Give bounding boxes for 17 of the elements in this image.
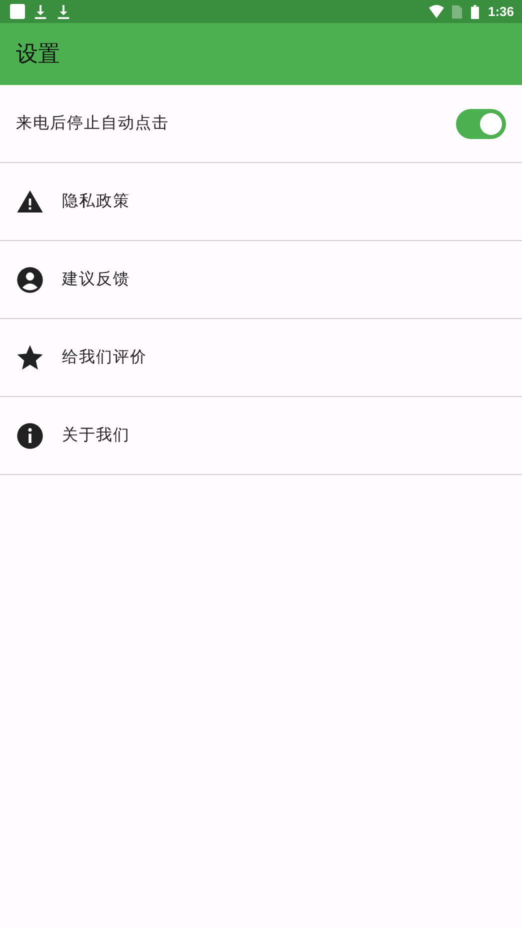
download-icon — [56, 4, 71, 19]
menu-item[interactable]: 关于我们 — [0, 397, 522, 475]
info-icon — [16, 422, 44, 450]
setting-label: 来电后停止自动点击 — [16, 113, 170, 134]
clock: 1:36 — [488, 4, 514, 19]
account-icon — [16, 266, 44, 294]
wifi-icon — [428, 4, 444, 19]
menu-item[interactable]: 给我们评价 — [0, 319, 522, 397]
app-bar-title: 设置 — [16, 41, 60, 69]
download-icon — [33, 4, 48, 19]
no-sim-icon — [452, 4, 462, 18]
menu-item[interactable]: 建议反馈 — [0, 241, 522, 319]
battery-icon — [470, 4, 480, 18]
star-icon — [16, 344, 44, 372]
notification-icon — [10, 4, 25, 19]
toggle-switch[interactable] — [456, 108, 506, 138]
menu-item[interactable]: 隐私政策 — [0, 163, 522, 241]
